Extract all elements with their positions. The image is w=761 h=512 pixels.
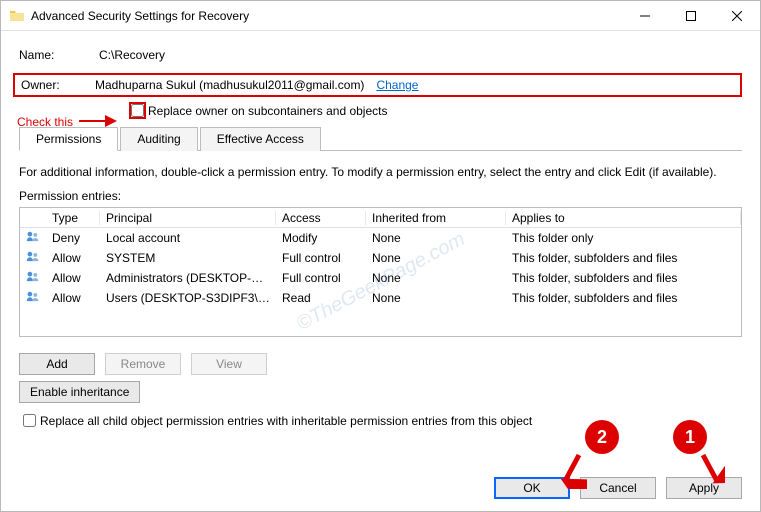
col-inherited[interactable]: Inherited from (366, 211, 506, 225)
cell-principal: SYSTEM (100, 251, 276, 265)
titlebar: Advanced Security Settings for Recovery (1, 1, 760, 31)
permission-entries-label: Permission entries: (19, 189, 742, 203)
minimize-button[interactable] (622, 1, 668, 31)
view-button: View (191, 353, 267, 375)
col-type[interactable]: Type (46, 211, 100, 225)
owner-row: Owner: Madhuparna Sukul (madhusukul2011@… (19, 73, 742, 97)
cancel-button[interactable]: Cancel (580, 477, 656, 499)
tab-effective-access[interactable]: Effective Access (200, 127, 321, 151)
cell-type: Allow (46, 271, 100, 285)
maximize-button[interactable] (668, 1, 714, 31)
col-principal[interactable]: Principal (100, 211, 276, 225)
owner-label: Owner: (21, 78, 95, 92)
table-header: Type Principal Access Inherited from App… (20, 208, 741, 228)
folder-icon (9, 8, 25, 24)
add-button[interactable]: Add (19, 353, 95, 375)
content-area: Name: C:\Recovery Owner: Madhuparna Suku… (1, 31, 760, 440)
replace-all-row: Replace all child object permission entr… (19, 411, 742, 430)
table-row[interactable]: AllowSYSTEMFull controlNoneThis folder, … (20, 248, 741, 268)
cell-type: Deny (46, 231, 100, 245)
name-value: C:\Recovery (99, 48, 165, 62)
cell-type: Allow (46, 291, 100, 305)
annotation-badge-2: 2 (585, 420, 619, 454)
annotation-arrow-icon (77, 109, 125, 133)
table-body: DenyLocal accountModifyNoneThis folder o… (20, 228, 741, 336)
cell-access: Full control (276, 251, 366, 265)
window: Advanced Security Settings for Recovery … (0, 0, 761, 512)
remove-button: Remove (105, 353, 181, 375)
users-icon (20, 231, 46, 245)
inheritance-row: Enable inheritance (19, 381, 742, 403)
cell-access: Read (276, 291, 366, 305)
users-icon (20, 251, 46, 265)
tabs: Permissions Auditing Effective Access (19, 126, 742, 151)
replace-owner-checkbox[interactable] (131, 104, 144, 117)
permissions-table: Type Principal Access Inherited from App… (19, 207, 742, 337)
enable-inheritance-button[interactable]: Enable inheritance (19, 381, 140, 403)
cell-access: Full control (276, 271, 366, 285)
window-buttons (622, 1, 760, 31)
change-owner-link[interactable]: Change (376, 78, 418, 92)
replace-all-label: Replace all child object permission entr… (40, 414, 532, 428)
name-label: Name: (19, 48, 99, 62)
replace-owner-row: Replace owner on subcontainers and objec… (127, 101, 742, 120)
owner-value: Madhuparna Sukul (madhusukul2011@gmail.c… (95, 78, 364, 92)
window-title: Advanced Security Settings for Recovery (31, 9, 622, 23)
table-row[interactable]: AllowUsers (DESKTOP-S3DIPF3\Users)ReadNo… (20, 288, 741, 308)
name-row: Name: C:\Recovery (19, 45, 742, 65)
info-text: For additional information, double-click… (19, 165, 742, 179)
cell-access: Modify (276, 231, 366, 245)
col-applies[interactable]: Applies to (506, 211, 741, 225)
cell-inherited: None (366, 291, 506, 305)
users-icon (20, 291, 46, 305)
cell-principal: Local account (100, 231, 276, 245)
cell-type: Allow (46, 251, 100, 265)
cell-principal: Administrators (DESKTOP-S3D... (100, 271, 276, 285)
table-row[interactable]: DenyLocal accountModifyNoneThis folder o… (20, 228, 741, 248)
annotation-check-this: Check this (17, 115, 73, 129)
annotation-arrow-apply-icon (695, 453, 725, 489)
replace-owner-label: Replace owner on subcontainers and objec… (148, 104, 387, 118)
annotation-badge-1: 1 (673, 420, 707, 454)
users-icon (20, 271, 46, 285)
cell-inherited: None (366, 271, 506, 285)
table-row[interactable]: AllowAdministrators (DESKTOP-S3D...Full … (20, 268, 741, 288)
close-button[interactable] (714, 1, 760, 31)
owner-highlight-box: Owner: Madhuparna Sukul (madhusukul2011@… (13, 73, 742, 97)
col-access[interactable]: Access (276, 211, 366, 225)
cell-applies: This folder only (506, 231, 741, 245)
cell-applies: This folder, subfolders and files (506, 251, 741, 265)
entry-actions: Add Remove View (19, 353, 742, 375)
cell-applies: This folder, subfolders and files (506, 291, 741, 305)
cell-applies: This folder, subfolders and files (506, 271, 741, 285)
replace-all-checkbox[interactable] (23, 414, 36, 427)
tab-auditing[interactable]: Auditing (120, 127, 197, 151)
cell-principal: Users (DESKTOP-S3DIPF3\Users) (100, 291, 276, 305)
cell-inherited: None (366, 251, 506, 265)
cell-inherited: None (366, 231, 506, 245)
annotation-arrow-ok-icon (557, 453, 587, 489)
